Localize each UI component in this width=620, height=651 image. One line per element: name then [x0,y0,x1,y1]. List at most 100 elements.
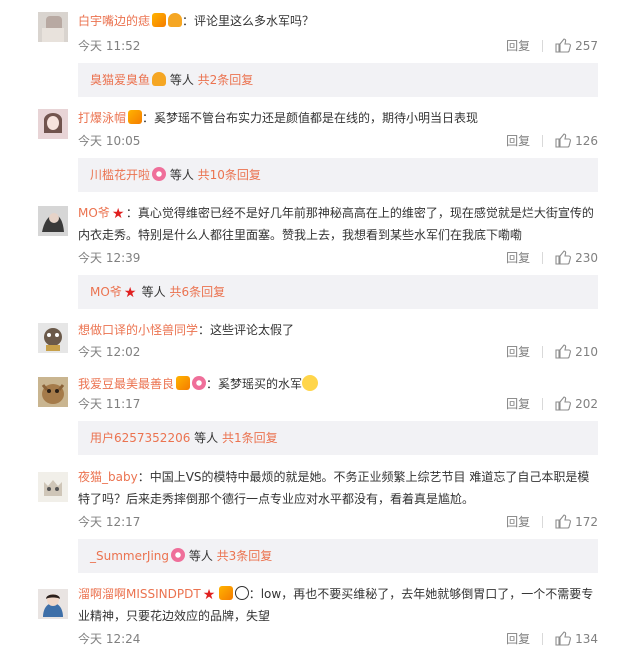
vip-badge-icon[interactable] [128,110,143,124]
comment-actions: 回复 230 [506,248,598,268]
avatar[interactable] [38,377,68,407]
divider [542,516,544,528]
reply-button[interactable]: 回复 [506,251,530,265]
reply-button[interactable]: 回复 [506,134,530,148]
comment-body: 夜猫_baby：中国上VS的模特中最烦的就是她。不务正业频繁上综艺节目 难道忘了… [78,466,600,510]
comment-username[interactable]: 夜猫_baby [78,470,138,484]
sub-reply-suffix: 等人 [166,73,198,87]
thumbs-up-icon [555,396,572,411]
comment-time: 今天 12:24 [78,632,141,646]
comment-body: 溜啊溜啊MISSINDPDT ★ ：low，再也不要买维秘了，去年她就够倒胃口了，一… [78,583,600,627]
thumbs-up-icon [555,133,572,148]
reply-button[interactable]: 回复 [506,39,530,53]
like-button[interactable]: 210 [555,344,598,359]
sub-reply-user[interactable]: MO爷 [90,285,122,299]
avatar[interactable] [38,589,68,619]
sub-reply-count[interactable]: 共2条回复 [198,73,254,87]
star-badge-icon[interactable]: ★ [112,207,126,221]
like-button[interactable]: 126 [555,133,598,148]
comment-actions: 回复 172 [506,512,598,532]
comment-username[interactable]: 打爆泳帽 [78,111,126,125]
bulb-badge-icon[interactable] [168,13,183,27]
avatar[interactable] [38,12,68,42]
comment-username[interactable]: 想做口译的小怪兽同学 [78,323,198,337]
comment-username[interactable]: 我爱豆最美最善良 [78,377,174,391]
sub-replies[interactable]: _SummerJing 等人 共3条回复 [78,539,598,573]
like-button[interactable]: 230 [555,250,598,265]
like-count: 134 [575,632,598,646]
comment-actions: 回复 202 [506,394,598,414]
reply-button[interactable]: 回复 [506,397,530,411]
like-button[interactable]: 202 [555,396,598,411]
sub-replies[interactable]: 川槛花开啦 等人 共10条回复 [78,158,598,192]
sub-reply-user[interactable]: _SummerJing [90,549,169,563]
comment-time: 今天 12:39 [78,251,141,265]
like-count: 257 [575,39,598,53]
vip-badge-icon[interactable] [152,13,167,27]
sub-replies[interactable]: 用户6257352206 等人 共1条回复 [78,421,598,455]
like-button[interactable]: 257 [555,38,598,53]
star-badge-icon: ★ [123,285,137,301]
comment-meta: 今天 12:24 回复 134 [78,629,598,649]
sub-replies[interactable]: 臭猫爱臭鱼 等人 共2条回复 [78,63,598,97]
like-count: 210 [575,345,598,359]
star-badge-icon[interactable]: ★ [203,588,217,602]
comment-meta: 今天 12:17 回复 172 [78,512,598,532]
comment-text-line-2: 内衣走秀。特别是什么人都往里面塞。赞我上去，我想看到某些水军们在我底下嘞嘞 [78,228,523,242]
sub-reply-user[interactable]: 臭猫爱臭鱼 [90,73,150,87]
comment-body: 打爆泳帽 ：奚梦瑶不管台布实力还是颜值都是在线的，期待小明当日表现 [78,107,600,129]
comment-meta: 今天 11:17 回复 202 [78,394,598,414]
like-count: 172 [575,515,598,529]
comment-text-line-1: ：中国上VS的模特中最烦的就是她。不务正业频繁上综艺节目 难道忘了自己本职是模 [137,470,590,484]
thumbs-up-icon [555,250,572,265]
donut-badge-icon[interactable] [192,376,207,390]
thumbs-up-icon [555,38,572,53]
divider [542,252,544,264]
avatar[interactable] [38,472,68,502]
sub-reply-count[interactable]: 共10条回复 [198,168,261,182]
sub-reply-count[interactable]: 共6条回复 [169,285,225,299]
divider [542,135,544,147]
laughing-emoji-icon [302,375,319,391]
avatar[interactable] [38,323,68,353]
comment-username[interactable]: MO爷 [78,206,110,220]
comment-username[interactable]: 溜啊溜啊MISSINDPDT [78,587,201,601]
comment-body: 我爱豆最美最善良 ：奚梦瑶买的水军 [78,373,600,395]
bulb-badge-icon [152,72,167,86]
comment-time: 今天 11:52 [78,39,141,53]
comment-body: 想做口译的小怪兽同学：这些评论太假了 [78,319,600,341]
vip-badge-icon[interactable] [218,586,233,600]
comment-time: 今天 10:05 [78,134,141,148]
comment-body: 白宇嘴边的痣 ：评论里这么多水军吗？ [78,10,600,32]
reply-button[interactable]: 回复 [506,632,530,646]
avatar[interactable] [38,206,68,236]
divider [542,633,544,645]
comment-meta: 今天 12:39 回复 230 [78,248,598,268]
vip-badge-icon[interactable] [176,376,191,390]
comment-text: ：评论里这么多水军吗？ [182,14,315,28]
comment-text-line-1: ：low，再也不要买维秘了，去年她就够倒胃口了，一个不需要专 [248,587,594,601]
reply-button[interactable]: 回复 [506,515,530,529]
like-button[interactable]: 172 [555,514,598,529]
comment-body: MO爷 ★：真心觉得维密已经不是好几年前那神秘高高在上的维密了，现在感觉就是烂大街… [78,202,600,246]
comment-actions: 回复 126 [506,131,598,151]
sub-reply-suffix: 等人 [185,549,217,563]
comment-meta: 今天 12:02 回复 210 [78,342,598,362]
reply-button[interactable]: 回复 [506,345,530,359]
divider [542,40,544,52]
sub-reply-suffix: 等人 [166,168,198,182]
sub-reply-user[interactable]: 用户6257352206 [90,431,190,445]
like-button[interactable]: 134 [555,631,598,646]
sub-replies[interactable]: MO爷 ★ 等人 共6条回复 [78,275,598,309]
like-count: 202 [575,397,598,411]
comment-time: 今天 11:17 [78,397,141,411]
sub-reply-user[interactable]: 川槛花开啦 [90,168,150,182]
sub-reply-suffix: 等人 [137,285,170,299]
divider [542,398,544,410]
avatar[interactable] [38,109,68,139]
sub-reply-count[interactable]: 共1条回复 [222,431,278,445]
comment-meta: 今天 11:52 回复 257 [78,36,598,56]
comment-username[interactable]: 白宇嘴边的痣 [78,14,150,28]
sub-reply-count[interactable]: 共3条回复 [217,549,273,563]
panda-badge-icon[interactable] [234,586,249,600]
